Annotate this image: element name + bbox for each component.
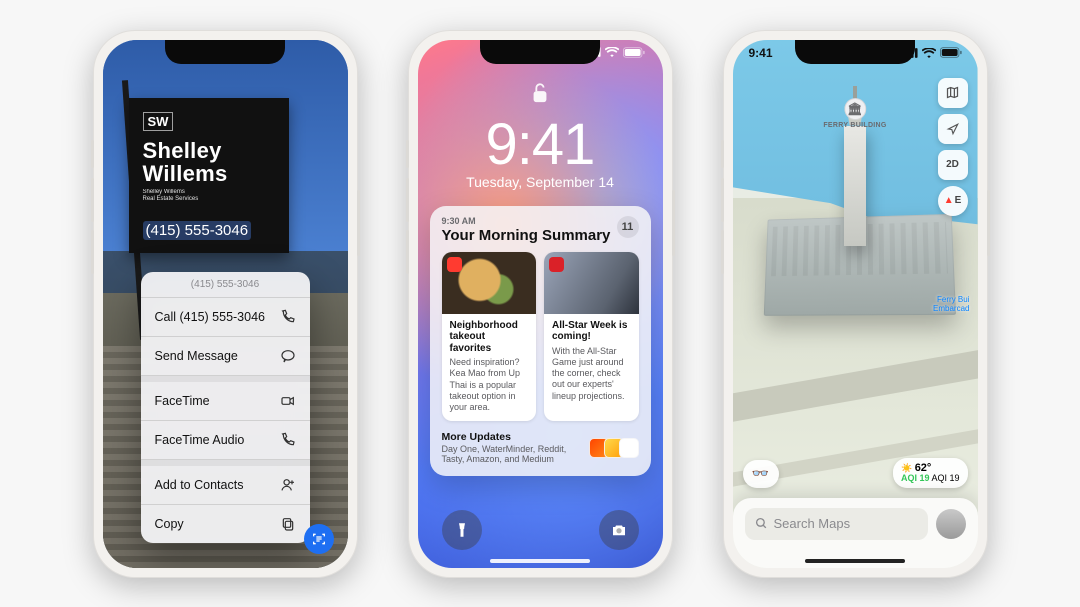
summary-time: 9:30 AM <box>442 216 611 226</box>
wifi-icon <box>605 47 619 57</box>
poi-pin-icon: 🏛 <box>844 98 866 120</box>
facetime-video-icon <box>280 393 296 409</box>
notch <box>795 40 915 64</box>
binoculars-icon: 👓 <box>752 465 769 482</box>
search-placeholder: Search Maps <box>774 516 851 531</box>
location-button[interactable] <box>938 114 968 144</box>
summary-card[interactable]: All-Star Week is coming! With the All-St… <box>544 252 639 422</box>
more-subtitle: Day One, WaterMinder, Reddit, Tasty, Ama… <box>442 444 586 464</box>
card-text: Need inspiration? Kea Mao from Up Thai i… <box>450 357 529 413</box>
battery-icon <box>940 47 962 58</box>
menu-label: FaceTime <box>155 394 210 408</box>
menu-item-copy[interactable]: Copy <box>141 505 310 543</box>
notch <box>165 40 285 64</box>
lock-screen: 9:41 Tuesday, September 14 9:30 AM Your … <box>418 40 663 568</box>
location-arrow-icon <box>946 122 960 136</box>
add-contact-icon <box>280 477 296 493</box>
menu-label: Call (415) 555-3046 <box>155 310 266 324</box>
phone-icon <box>280 309 296 325</box>
message-icon <box>280 348 296 364</box>
search-input[interactable]: Search Maps <box>745 508 928 540</box>
menu-item-facetime-audio[interactable]: FaceTime Audio <box>141 421 310 460</box>
home-indicator[interactable] <box>490 559 590 563</box>
map-icon <box>945 85 960 100</box>
detected-phone-number[interactable]: (415) 555-3046 <box>143 221 252 240</box>
status-time: 9:41 <box>749 46 773 60</box>
more-title: More Updates <box>442 431 586 443</box>
summary-title: Your Morning Summary <box>442 227 611 244</box>
map-mode-button[interactable] <box>938 78 968 108</box>
card-title: All-Star Week is coming! <box>552 320 631 343</box>
context-menu-header: (415) 555-3046 <box>141 272 310 298</box>
summary-count: 11 <box>617 216 639 238</box>
menu-label: FaceTime Audio <box>155 433 245 447</box>
menu-item-add-contact[interactable]: Add to Contacts <box>141 466 310 505</box>
compass-button[interactable]: ▲E <box>938 186 968 216</box>
menu-label: Add to Contacts <box>155 478 244 492</box>
context-menu: (415) 555-3046 Call (415) 555-3046 Send … <box>141 272 310 543</box>
search-icon <box>755 517 768 530</box>
weather-chip[interactable]: ☀️ 62° AQI 19 AQI 19 <box>893 458 968 488</box>
live-text-icon <box>311 531 327 547</box>
real-estate-sign: SW Shelley Willems Shelley Willems Real … <box>129 98 289 253</box>
facetime-audio-icon <box>280 432 296 448</box>
menu-label: Copy <box>155 517 184 531</box>
flashlight-icon <box>453 521 471 539</box>
card-image <box>442 252 537 314</box>
battery-icon <box>623 47 645 58</box>
notch <box>480 40 600 64</box>
look-around-button[interactable]: 👓 <box>743 460 779 488</box>
camera-screen: SW Shelley Willems Shelley Willems Real … <box>103 40 348 568</box>
profile-avatar[interactable] <box>936 509 966 539</box>
maps-search-sheet[interactable]: Search Maps <box>733 498 978 568</box>
card-image <box>544 252 639 314</box>
app-icon <box>447 257 462 272</box>
card-title: Neighborhood takeout favorites <box>450 320 529 355</box>
camera-button[interactable] <box>599 510 639 550</box>
menu-item-facetime[interactable]: FaceTime <box>141 382 310 421</box>
flashlight-button[interactable] <box>442 510 482 550</box>
live-text-button[interactable] <box>304 524 334 554</box>
copy-icon <box>280 516 296 532</box>
clock-tower <box>844 126 866 246</box>
more-updates-row[interactable]: More Updates Day One, WaterMinder, Reddi… <box>442 431 639 464</box>
phone-lock-screen: 9:41 Tuesday, September 14 9:30 AM Your … <box>408 30 673 578</box>
sign-logo: SW <box>143 112 174 131</box>
lock-time: 9:41 <box>418 111 663 178</box>
sign-name-1: Shelley <box>143 138 222 163</box>
app-icon-stack <box>594 438 639 458</box>
camera-icon <box>610 521 628 539</box>
transit-label: Ferry BuiEmbarcad <box>933 295 969 313</box>
menu-item-message[interactable]: Send Message <box>141 337 310 376</box>
lock-date: Tuesday, September 14 <box>418 174 663 190</box>
app-icon <box>549 257 564 272</box>
maps-screen[interactable]: 9:41 🏛 FERRY BUILDING Ferry BuiEmbarcad <box>733 40 978 568</box>
phone-maps: 9:41 🏛 FERRY BUILDING Ferry BuiEmbarcad <box>723 30 988 578</box>
menu-label: Send Message <box>155 349 238 363</box>
notification-summary[interactable]: 9:30 AM Your Morning Summary 11 Neighbor… <box>430 206 651 477</box>
weather-icon: ☀️ <box>901 463 912 473</box>
poi-label[interactable]: 🏛 FERRY BUILDING <box>823 98 886 129</box>
wifi-icon <box>922 48 936 58</box>
lock-icon <box>418 82 663 109</box>
phone-live-text: SW Shelley Willems Shelley Willems Real … <box>93 30 358 578</box>
menu-item-call[interactable]: Call (415) 555-3046 <box>141 298 310 337</box>
3d-toggle-button[interactable]: 2D <box>938 150 968 180</box>
card-text: With the All-Star Game just around the c… <box>552 346 631 402</box>
sign-name-2: Willems <box>143 161 228 186</box>
summary-card[interactable]: Neighborhood takeout favorites Need insp… <box>442 252 537 422</box>
home-indicator[interactable] <box>805 559 905 563</box>
aqi: AQI 19 <box>901 473 930 483</box>
